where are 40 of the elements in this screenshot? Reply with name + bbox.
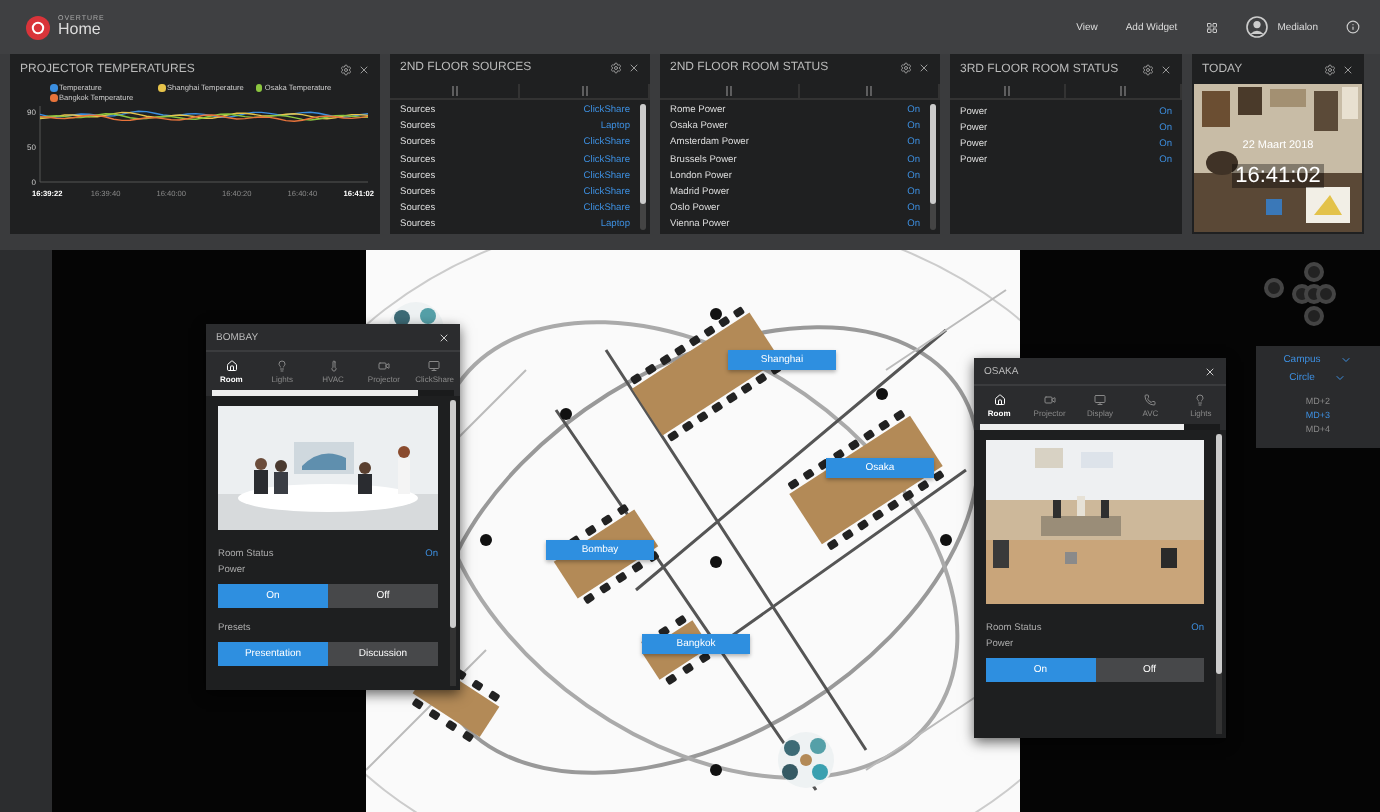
- monitor-icon: [1094, 393, 1106, 405]
- sort-icon[interactable]: [451, 85, 457, 96]
- avatar-icon[interactable]: [1245, 16, 1268, 38]
- scrollbar[interactable]: [980, 424, 1220, 430]
- scrollbar[interactable]: [1216, 434, 1222, 734]
- sort-icon[interactable]: [581, 85, 587, 96]
- phone-icon: [1144, 393, 1157, 405]
- house-icon: [993, 393, 1006, 405]
- sort-icon[interactable]: [1004, 86, 1010, 96]
- video-camera-icon: [377, 359, 390, 371]
- close-icon[interactable]: [918, 62, 930, 75]
- sort-icon[interactable]: [866, 85, 872, 96]
- info-icon[interactable]: [1346, 20, 1360, 34]
- settings-icon[interactable]: [610, 62, 622, 75]
- thermometer-icon: [327, 359, 340, 371]
- scrollbar[interactable]: [212, 390, 454, 396]
- close-icon[interactable]: [628, 62, 640, 75]
- logo-icon: [26, 15, 50, 39]
- monitor-icon: [428, 359, 441, 371]
- close-icon[interactable]: [358, 63, 370, 75]
- close-icon[interactable]: [1342, 63, 1354, 75]
- settings-icon[interactable]: [900, 62, 912, 75]
- house-icon: [225, 359, 238, 371]
- close-icon[interactable]: [438, 331, 450, 343]
- settings-icon[interactable]: [1324, 63, 1336, 75]
- scrollbar[interactable]: [450, 400, 456, 686]
- close-icon[interactable]: [1204, 365, 1216, 377]
- sort-icon[interactable]: [1120, 86, 1126, 96]
- scrollbar[interactable]: [930, 103, 936, 230]
- grid-icon[interactable]: [1205, 21, 1218, 33]
- lightbulb-icon: [1194, 393, 1207, 405]
- sort-icon[interactable]: [726, 85, 732, 96]
- page-title: Home: [58, 22, 103, 39]
- settings-icon[interactable]: [1142, 63, 1154, 75]
- close-icon[interactable]: [1160, 63, 1172, 75]
- scrollbar[interactable]: [640, 103, 646, 230]
- settings-icon[interactable]: [340, 63, 352, 75]
- clock-time: 16:41:02: [1231, 164, 1325, 188]
- video-camera-icon: [1043, 393, 1056, 405]
- lightbulb-icon: [276, 359, 289, 371]
